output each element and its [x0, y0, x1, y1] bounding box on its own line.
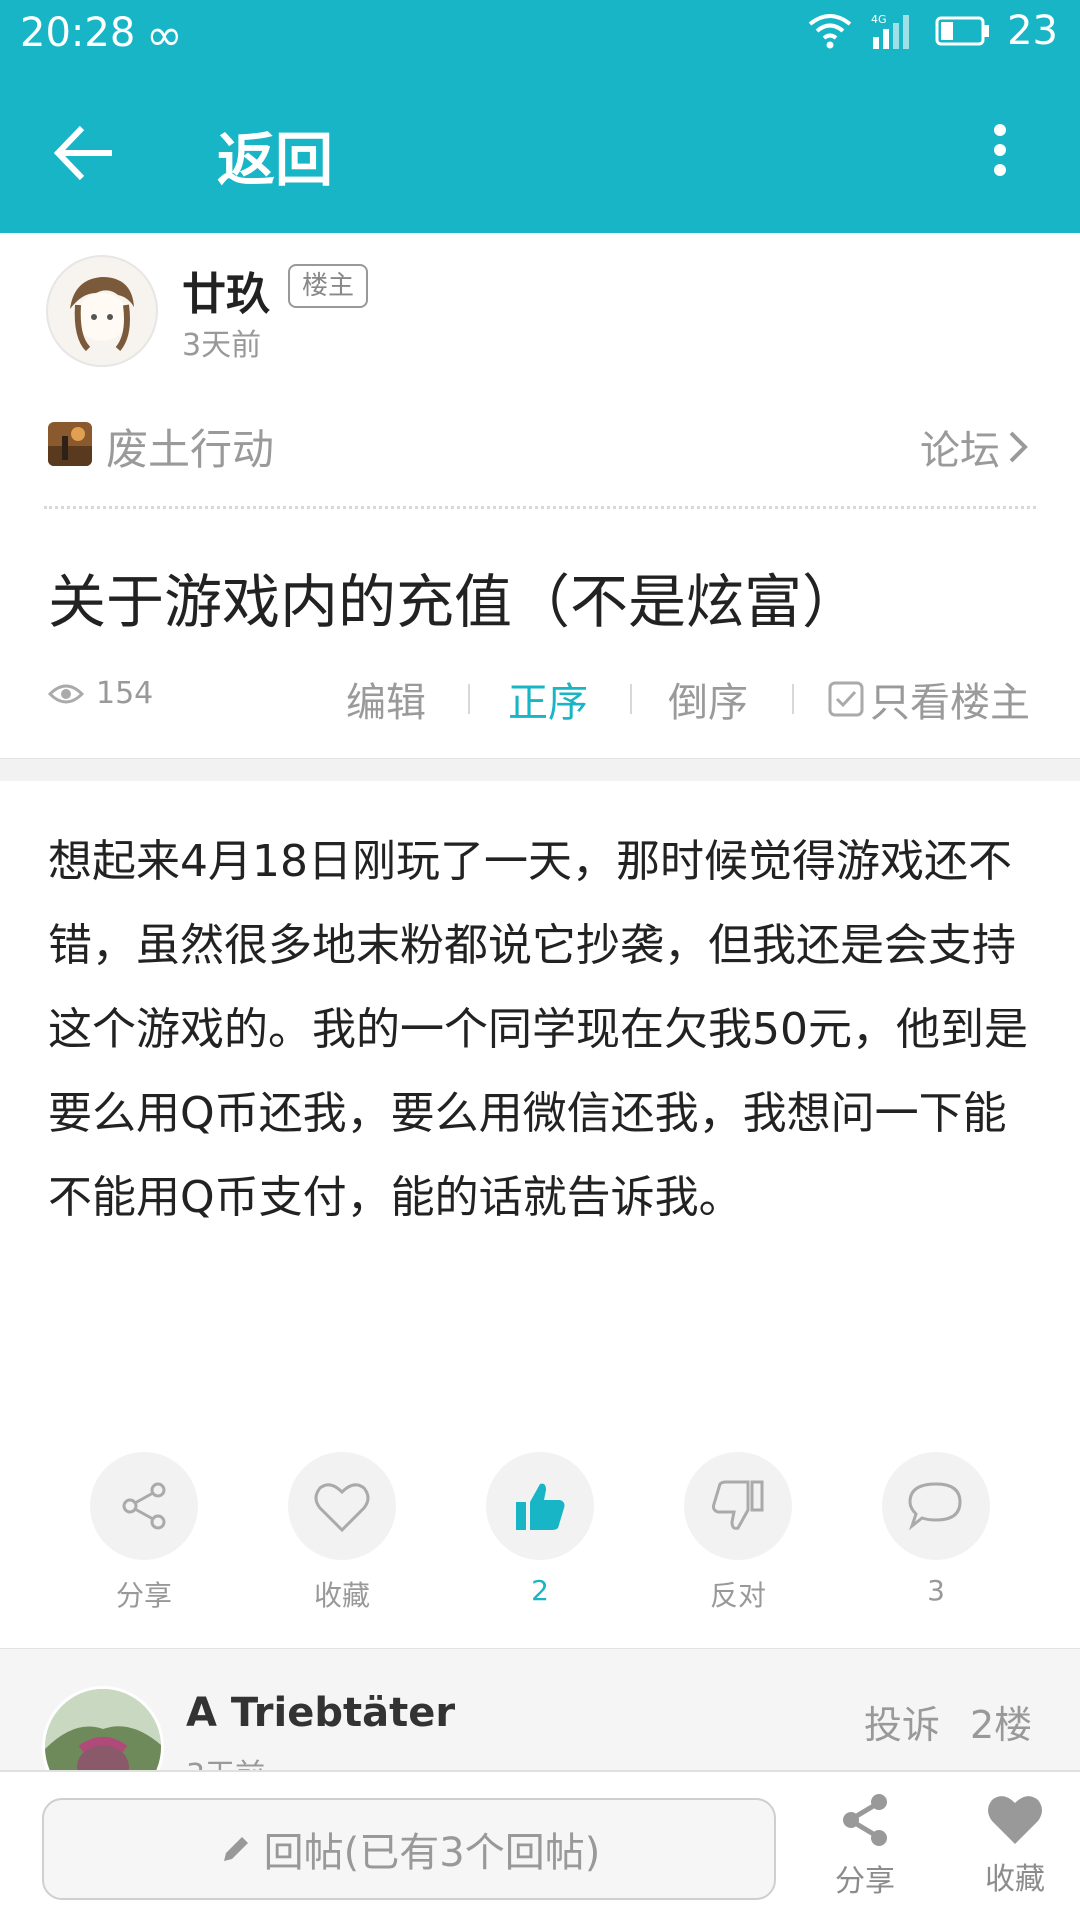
bottom-share-button[interactable]: 分享 — [810, 1790, 920, 1900]
cellular-signal-icon: 4G — [871, 13, 910, 49]
view-count-value: 154 — [96, 676, 154, 711]
wifi-icon — [808, 14, 852, 49]
status-icons: 4G 23 — [807, 8, 1058, 54]
heart-icon — [988, 1796, 1042, 1844]
bottom-share-label: 分享 — [835, 1864, 895, 1899]
thumbs-up-icon — [516, 1483, 565, 1530]
heart-icon — [314, 1483, 370, 1533]
favorite-label: 收藏 — [313, 1579, 370, 1612]
infinity-icon: ∞ — [146, 10, 183, 61]
pencil-icon — [223, 1837, 248, 1861]
top-bar: 20:28 ∞ 4G 23 返回 — [0, 0, 1080, 233]
order-asc-button[interactable]: 正序 — [508, 670, 588, 728]
chevron-right-icon — [1009, 431, 1028, 463]
like-count: 2 — [531, 1574, 549, 1607]
report-button[interactable]: 投诉 — [864, 1694, 940, 1749]
dislike-action[interactable]: 反对 — [684, 1452, 792, 1614]
battery-icon — [935, 16, 990, 46]
forum-link-label: 论坛 — [920, 428, 1000, 474]
checkbox-icon[interactable] — [828, 681, 864, 717]
share-label: 分享 — [115, 1579, 172, 1612]
post-time: 3天前 — [182, 328, 262, 363]
dotted-divider — [44, 506, 1036, 509]
only-owner-label: 只看楼主 — [870, 680, 1030, 726]
favorite-action[interactable]: 收藏 — [288, 1452, 396, 1614]
owner-badge: 楼主 — [288, 264, 369, 308]
post-body: 想起来4月18日刚玩了一天，那时候觉得游戏还不错，虽然很多地末粉都说它抄袭，但我… — [48, 836, 1028, 1223]
eye-icon — [48, 684, 84, 703]
floor-number: 2楼 — [970, 1703, 1033, 1747]
edit-button[interactable]: 编辑 — [346, 670, 426, 728]
share-icon — [843, 1794, 887, 1846]
bottom-favorite-button[interactable]: 收藏 — [960, 1790, 1070, 1898]
dislike-label: 反对 — [709, 1579, 766, 1612]
author-avatar[interactable] — [46, 255, 158, 367]
toolbar-separator — [792, 684, 794, 714]
reply-input-placeholder: 回帖(已有3个回帖) — [263, 1830, 601, 1876]
battery-level: 23 — [1007, 8, 1058, 54]
author-name[interactable]: 廿玖 — [182, 258, 270, 322]
game-icon[interactable] — [48, 422, 92, 466]
comment-action[interactable]: 3 — [882, 1452, 990, 1607]
forum-link[interactable]: 论坛 — [920, 418, 1028, 476]
only-owner-toggle[interactable]: 只看楼主 — [828, 670, 1030, 728]
view-count: 154 — [48, 676, 153, 711]
thumbs-down-icon — [712, 1480, 764, 1530]
more-vertical-icon[interactable] — [990, 122, 1010, 178]
toolbar-separator — [468, 684, 470, 714]
share-action[interactable]: 分享 — [90, 1452, 198, 1614]
status-time: 20:28 — [20, 10, 136, 56]
post-title: 关于游戏内的充值（不是炫富） — [48, 568, 861, 636]
reply-author-name[interactable]: A Triebtäter — [186, 1690, 455, 1736]
share-icon — [122, 1482, 166, 1530]
comment-count: 3 — [927, 1574, 945, 1607]
signal-4g-label: 4G — [871, 13, 887, 26]
order-desc-button[interactable]: 倒序 — [668, 670, 748, 728]
like-action[interactable]: 2 — [486, 1452, 594, 1607]
game-name[interactable]: 废土行动 — [106, 416, 274, 477]
nav-title[interactable]: 返回 — [217, 113, 333, 197]
bottom-favorite-label: 收藏 — [985, 1862, 1045, 1897]
reply-input[interactable]: 回帖(已有3个回帖) — [42, 1798, 776, 1900]
comment-icon — [908, 1482, 962, 1531]
toolbar-separator — [630, 684, 632, 714]
section-divider — [0, 758, 1080, 781]
back-arrow-icon[interactable] — [50, 118, 120, 188]
